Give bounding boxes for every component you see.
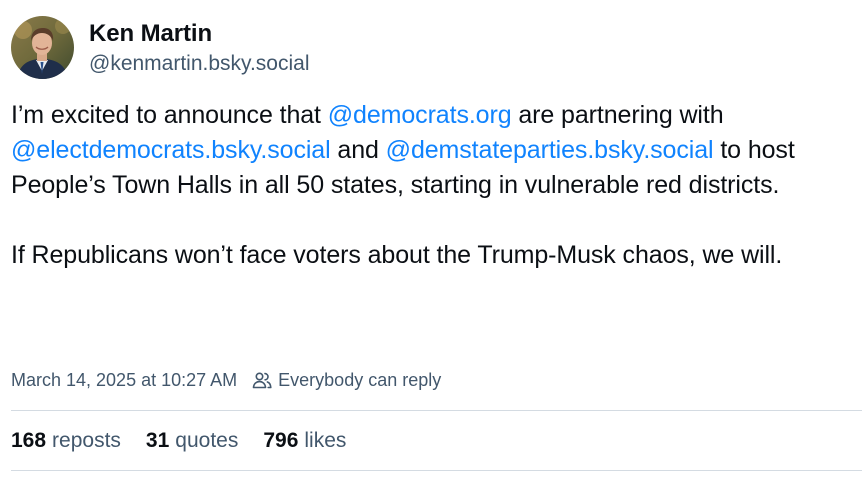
avatar-image bbox=[11, 16, 74, 79]
reposts-stat[interactable]: 168 reposts bbox=[11, 428, 121, 454]
reposts-label: reposts bbox=[52, 429, 121, 452]
mention-link[interactable]: @electdemocrats.bsky.social bbox=[11, 136, 331, 164]
likes-count: 796 bbox=[263, 429, 299, 452]
post-text: I’m excited to announce that @democrats.… bbox=[11, 98, 856, 273]
mention-link[interactable]: @democrats.org bbox=[328, 101, 512, 129]
post-text-segment: are partnering with bbox=[511, 101, 724, 129]
avatar[interactable] bbox=[11, 16, 74, 79]
post-meta: March 14, 2025 at 10:27 AM Everybody can… bbox=[11, 368, 441, 392]
author-names: Ken Martin @kenmartin.bsky.social bbox=[89, 16, 310, 77]
post: Ken Martin @kenmartin.bsky.social I’m ex… bbox=[0, 0, 862, 480]
post-header: Ken Martin @kenmartin.bsky.social bbox=[11, 16, 310, 79]
divider bbox=[11, 470, 862, 471]
people-icon bbox=[251, 369, 273, 391]
post-timestamp[interactable]: March 14, 2025 at 10:27 AM bbox=[11, 368, 237, 392]
quotes-count: 31 bbox=[145, 429, 170, 452]
post-stats: 168 reposts 31 quotes 796 likes bbox=[11, 428, 371, 454]
reply-setting[interactable]: Everybody can reply bbox=[251, 368, 441, 392]
quotes-stat[interactable]: 31 quotes bbox=[146, 428, 238, 454]
reply-setting-label: Everybody can reply bbox=[278, 370, 442, 390]
post-text-segment: I’m excited to announce that bbox=[11, 101, 328, 129]
reposts-count: 168 bbox=[11, 429, 47, 452]
post-paragraph-1: I’m excited to announce that @democrats.… bbox=[11, 98, 856, 203]
quotes-label: quotes bbox=[175, 429, 239, 452]
author-handle[interactable]: @kenmartin.bsky.social bbox=[89, 51, 310, 77]
author-display-name[interactable]: Ken Martin bbox=[89, 20, 310, 48]
likes-label: likes bbox=[304, 429, 347, 452]
mention-link[interactable]: @demstateparties.bsky.social bbox=[386, 136, 714, 164]
likes-stat[interactable]: 796 likes bbox=[263, 428, 346, 454]
post-text-segment: and bbox=[330, 136, 386, 164]
divider bbox=[11, 410, 862, 411]
post-paragraph-2: If Republicans won’t face voters about t… bbox=[11, 241, 783, 269]
